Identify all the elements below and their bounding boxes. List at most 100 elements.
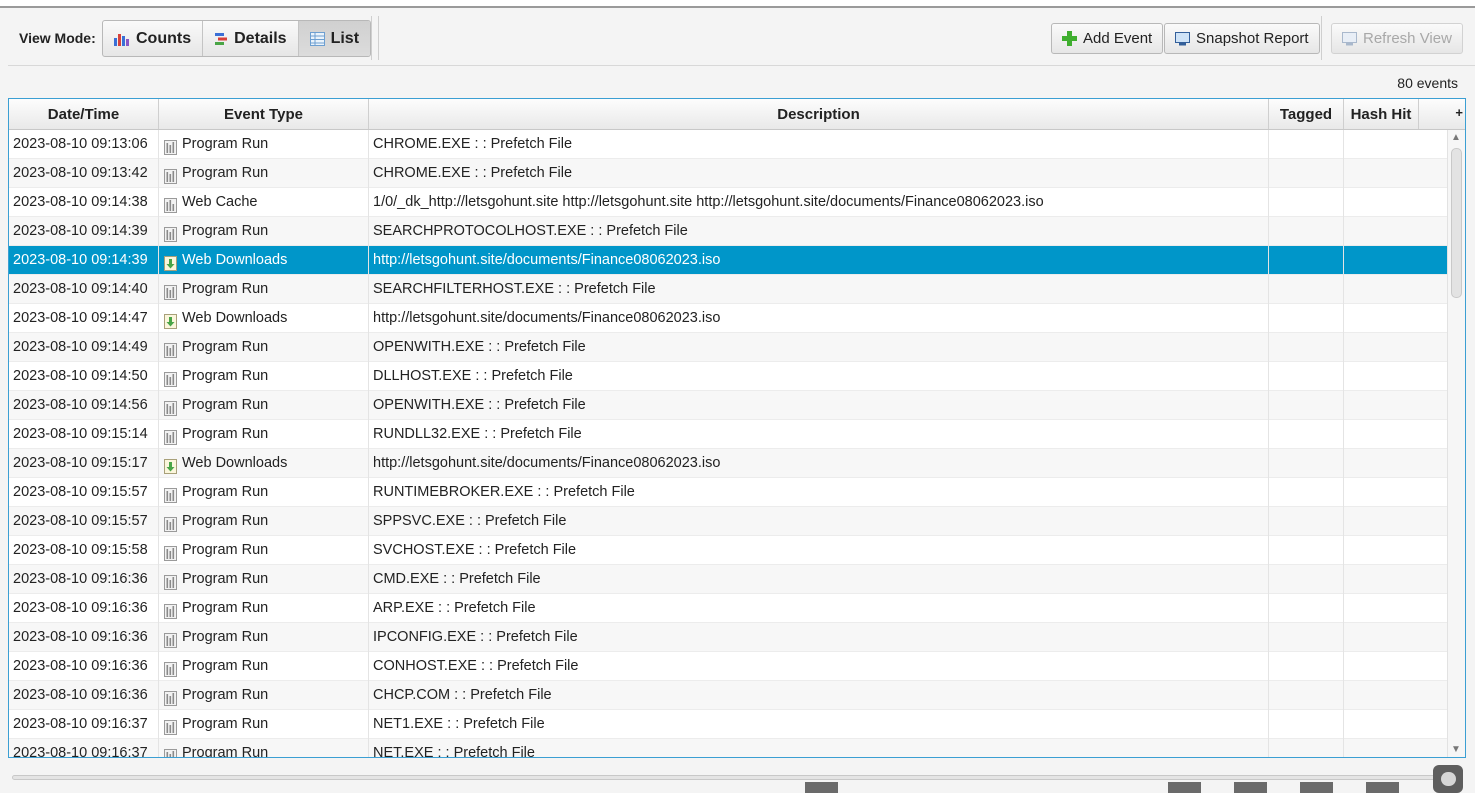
- table-row[interactable]: 2023-08-10 09:14:39 Program Run SEARCHPROT…: [9, 217, 1447, 246]
- table-row[interactable]: 2023-08-10 09:15:58 Program Run SVCHOST.EX…: [9, 536, 1447, 565]
- cell-description: SVCHOST.EXE : : Prefetch File: [369, 536, 1269, 565]
- cell-datetime: 2023-08-10 09:15:57: [9, 478, 159, 507]
- cell-event-type: Program Run: [159, 565, 369, 594]
- status-row: 80 events: [8, 67, 1475, 97]
- column-header-hash-hit[interactable]: Hash Hit: [1344, 99, 1419, 129]
- table-row[interactable]: 2023-08-10 09:15:14 Program Run RUNDLL32.E…: [9, 420, 1447, 449]
- vertical-scrollbar[interactable]: ▲ ▼: [1447, 130, 1465, 757]
- event-type-label: Program Run: [182, 165, 269, 181]
- scrollbar-thumb[interactable]: [1451, 148, 1462, 298]
- table-row[interactable]: 2023-08-10 09:16:36 Program Run IPCONFIG.E…: [9, 623, 1447, 652]
- cell-tagged: [1269, 710, 1344, 739]
- table-row[interactable]: 2023-08-10 09:16:37 Program Run NET1.EXE :…: [9, 710, 1447, 739]
- event-type-label: Program Run: [182, 426, 269, 442]
- event-type-label: Program Run: [182, 136, 269, 152]
- cell-datetime: 2023-08-10 09:14:47: [9, 304, 159, 333]
- cell-description: RUNDLL32.EXE : : Prefetch File: [369, 420, 1269, 449]
- column-header-tagged[interactable]: Tagged: [1269, 99, 1344, 129]
- column-header-description[interactable]: Description: [369, 99, 1269, 129]
- cell-hash-hit: [1344, 275, 1447, 304]
- table-row[interactable]: 2023-08-10 09:14:49 Program Run OPENWITH.E…: [9, 333, 1447, 362]
- program-run-icon: [164, 514, 177, 532]
- column-header-event-type[interactable]: Event Type: [159, 99, 369, 129]
- table-row[interactable]: 2023-08-10 09:14:47 Web Downloads http://l…: [9, 304, 1447, 333]
- counts-mode-button[interactable]: Counts: [103, 21, 204, 56]
- table-row[interactable]: 2023-08-10 09:14:50 Program Run DLLHOST.EX…: [9, 362, 1447, 391]
- table-row[interactable]: 2023-08-10 09:14:39 Web Downloads http://l…: [9, 246, 1447, 275]
- cell-event-type: Web Downloads: [159, 246, 369, 275]
- cell-event-type: Program Run: [159, 217, 369, 246]
- table-row[interactable]: 2023-08-10 09:14:56 Program Run OPENWITH.E…: [9, 391, 1447, 420]
- cell-tagged: [1269, 246, 1344, 275]
- scroll-down-icon[interactable]: ▼: [1451, 744, 1461, 755]
- cell-hash-hit: [1344, 710, 1447, 739]
- refresh-view-button[interactable]: Refresh View: [1331, 23, 1463, 54]
- table-row[interactable]: 2023-08-10 09:13:42 Program Run CHROME.EXE…: [9, 159, 1447, 188]
- program-run-icon: [164, 398, 177, 416]
- cell-hash-hit: [1344, 188, 1447, 217]
- column-chooser-icon[interactable]: +: [1455, 105, 1463, 120]
- table-row[interactable]: 2023-08-10 09:14:40 Program Run SEARCHFILT…: [9, 275, 1447, 304]
- refresh-icon: [1342, 31, 1357, 45]
- web-cache-icon: [164, 195, 177, 213]
- cell-description: NET.EXE : : Prefetch File: [369, 739, 1269, 757]
- details-icon: [215, 32, 228, 45]
- zoom-slider-track[interactable]: [12, 775, 1452, 780]
- table-row[interactable]: 2023-08-10 09:15:57 Program Run SPPSVC.EXE…: [9, 507, 1447, 536]
- table-row[interactable]: 2023-08-10 09:16:37 Program Run NET.EXE : …: [9, 739, 1447, 758]
- program-run-icon: [164, 166, 177, 184]
- table-row[interactable]: 2023-08-10 09:14:38 Web Cache 1/0/_dk_http…: [9, 188, 1447, 217]
- cell-tagged: [1269, 681, 1344, 710]
- table-row[interactable]: 2023-08-10 09:16:36 Program Run CMD.EXE : …: [9, 565, 1447, 594]
- cell-event-type: Program Run: [159, 507, 369, 536]
- cell-hash-hit: [1344, 507, 1447, 536]
- table-row[interactable]: 2023-08-10 09:16:36 Program Run ARP.EXE : …: [9, 594, 1447, 623]
- cell-description: http://letsgohunt.site/documents/Finance…: [369, 449, 1269, 478]
- cell-hash-hit: [1344, 594, 1447, 623]
- cell-description: CMD.EXE : : Prefetch File: [369, 565, 1269, 594]
- table-row[interactable]: 2023-08-10 09:15:17 Web Downloads http://l…: [9, 449, 1447, 478]
- histogram-mark: [1300, 782, 1333, 793]
- cell-tagged: [1269, 159, 1344, 188]
- list-mode-button[interactable]: List: [298, 21, 371, 56]
- table-row[interactable]: 2023-08-10 09:16:36 Program Run CHCP.COM :…: [9, 681, 1447, 710]
- table-icon: [309, 31, 325, 46]
- program-run-icon: [164, 340, 177, 358]
- view-mode-label: View Mode:: [19, 30, 96, 46]
- table-header: Date/Time Event Type Description Tagged …: [9, 99, 1465, 130]
- event-type-label: Program Run: [182, 658, 269, 674]
- cell-datetime: 2023-08-10 09:14:56: [9, 391, 159, 420]
- event-type-label: Program Run: [182, 281, 269, 297]
- event-type-label: Program Run: [182, 223, 269, 239]
- scroll-up-icon[interactable]: ▲: [1451, 132, 1461, 143]
- event-type-label: Web Downloads: [182, 455, 288, 471]
- cell-event-type: Program Run: [159, 362, 369, 391]
- cell-hash-hit: [1344, 333, 1447, 362]
- cell-datetime: 2023-08-10 09:13:06: [9, 130, 159, 159]
- refresh-view-label: Refresh View: [1363, 30, 1452, 47]
- cell-datetime: 2023-08-10 09:16:36: [9, 594, 159, 623]
- snapshot-report-button[interactable]: Snapshot Report: [1164, 23, 1320, 54]
- cell-description: CHROME.EXE : : Prefetch File: [369, 159, 1269, 188]
- table-row[interactable]: 2023-08-10 09:13:06 Program Run CHROME.EXE…: [9, 130, 1447, 159]
- event-type-label: Program Run: [182, 745, 269, 758]
- zoom-slider-knob[interactable]: [1433, 765, 1463, 793]
- table-row[interactable]: 2023-08-10 09:16:36 Program Run CONHOST.EX…: [9, 652, 1447, 681]
- cell-event-type: Program Run: [159, 681, 369, 710]
- cell-tagged: [1269, 217, 1344, 246]
- event-type-label: Web Downloads: [182, 252, 288, 268]
- table-row[interactable]: 2023-08-10 09:15:57 Program Run RUNTIMEBRO…: [9, 478, 1447, 507]
- cell-hash-hit: [1344, 159, 1447, 188]
- column-header-datetime[interactable]: Date/Time: [9, 99, 159, 129]
- event-type-label: Program Run: [182, 513, 269, 529]
- cell-tagged: [1269, 739, 1344, 757]
- program-run-icon: [164, 746, 177, 757]
- add-event-button[interactable]: Add Event: [1051, 23, 1164, 54]
- details-mode-button[interactable]: Details: [203, 21, 299, 56]
- cell-hash-hit: [1344, 623, 1447, 652]
- cell-datetime: 2023-08-10 09:14:39: [9, 246, 159, 275]
- program-run-icon: [164, 630, 177, 648]
- cell-event-type: Program Run: [159, 333, 369, 362]
- program-run-icon: [164, 369, 177, 387]
- cell-event-type: Program Run: [159, 391, 369, 420]
